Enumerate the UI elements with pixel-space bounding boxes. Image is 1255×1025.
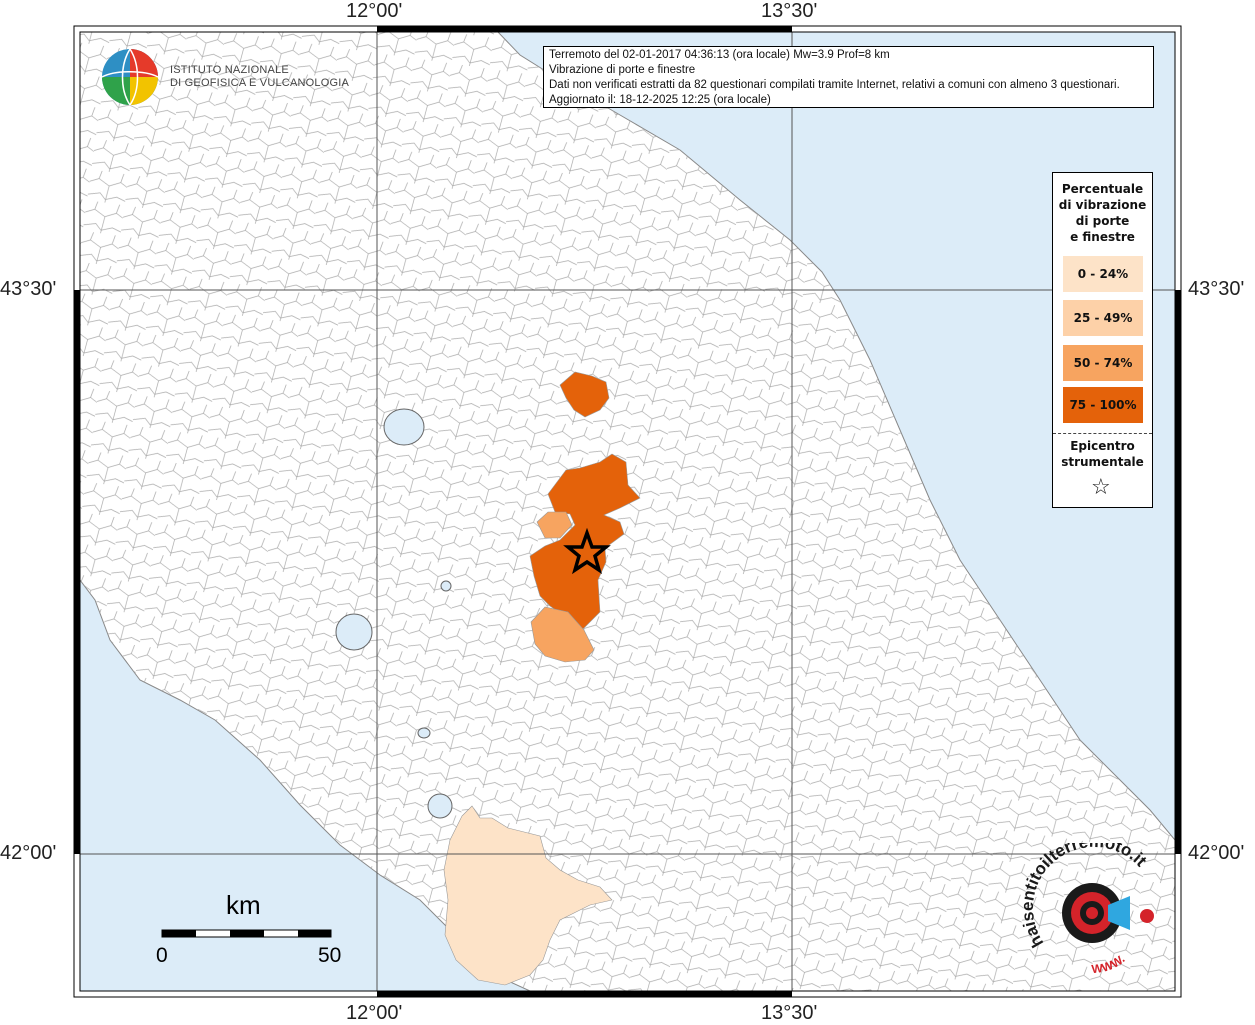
legend-separator bbox=[1053, 433, 1152, 434]
haisentito-logo-text: haisentitoilterremoto.it WWW. bbox=[1022, 843, 1151, 976]
lake-bolsena bbox=[335, 613, 373, 651]
brand-www: WWW. bbox=[1091, 952, 1128, 976]
legend-class-75-100: 75 - 100% bbox=[1063, 387, 1143, 423]
legend-title-line: di porte bbox=[1075, 214, 1130, 228]
legend-title-line: di vibrazione bbox=[1058, 198, 1147, 212]
svg-text:WWW.: WWW. bbox=[1091, 952, 1128, 976]
lon-label-bottom-13-30: 13°30' bbox=[761, 1002, 818, 1024]
parameter-line: Vibrazione di porte e finestre bbox=[549, 64, 696, 76]
institute-name: Istituto Nazionale di Geofisica e Vulcan… bbox=[170, 64, 349, 90]
lat-label-right-43-30: 43°30' bbox=[1188, 278, 1245, 300]
lat-label-left-43-30: 43°30' bbox=[0, 278, 57, 300]
legend-title-line: Percentuale bbox=[1061, 182, 1144, 196]
legend: Percentuale di vibrazione di porte e fin… bbox=[1052, 172, 1153, 508]
event-info-box: Terremoto del 02-01-2017 04:36:13 (ora l… bbox=[543, 46, 1154, 108]
institute-line-2: di Geofisica e Vulcanologia bbox=[170, 77, 349, 89]
legend-epicenter-line: strumentale bbox=[1061, 455, 1144, 469]
updated-line: Aggiornato il: 18-12-2025 12:25 (ora loc… bbox=[549, 94, 771, 106]
legend-class-50-74: 50 - 74% bbox=[1063, 345, 1143, 381]
star-icon: ☆ bbox=[1091, 475, 1111, 500]
brand-text: haisentitoilterremoto.it bbox=[1022, 843, 1151, 951]
scale-unit: km bbox=[226, 890, 261, 920]
lat-label-right-42-00: 42°00' bbox=[1188, 842, 1245, 864]
legend-epicenter-label: Epicentro strumentale bbox=[1053, 438, 1152, 470]
lon-label-bottom-12: 12°00' bbox=[346, 1002, 403, 1024]
legend-class-0-24: 0 - 24% bbox=[1063, 256, 1143, 292]
data-note-line: Dati non verificati estratti da 82 quest… bbox=[549, 79, 1120, 91]
legend-title-line: e finestre bbox=[1070, 230, 1135, 244]
ingv-logo-icon bbox=[101, 48, 159, 106]
lake-trasimeno bbox=[383, 408, 425, 446]
scale-bar bbox=[161, 929, 332, 938]
institute-line-1: Istituto Nazionale bbox=[170, 64, 289, 76]
scale-max: 50 bbox=[318, 944, 342, 967]
lat-label-left-42-00: 42°00' bbox=[0, 842, 57, 864]
svg-text:haisentitoilterremoto.it: haisentitoilterremoto.it bbox=[1022, 843, 1151, 951]
lake-bracciano bbox=[427, 793, 453, 819]
scale-min: 0 bbox=[156, 944, 168, 967]
lake-piediluco bbox=[440, 580, 452, 592]
lon-label-top-12: 12°00' bbox=[346, 0, 403, 22]
legend-epicenter-line: Epicentro bbox=[1070, 439, 1135, 453]
lon-label-top-13-30: 13°30' bbox=[761, 0, 818, 22]
event-line: Terremoto del 02-01-2017 04:36:13 (ora l… bbox=[549, 49, 890, 61]
lake-vico bbox=[417, 727, 431, 739]
legend-title: Percentuale di vibrazione di porte e fin… bbox=[1053, 181, 1152, 245]
legend-class-25-49: 25 - 49% bbox=[1063, 300, 1143, 336]
